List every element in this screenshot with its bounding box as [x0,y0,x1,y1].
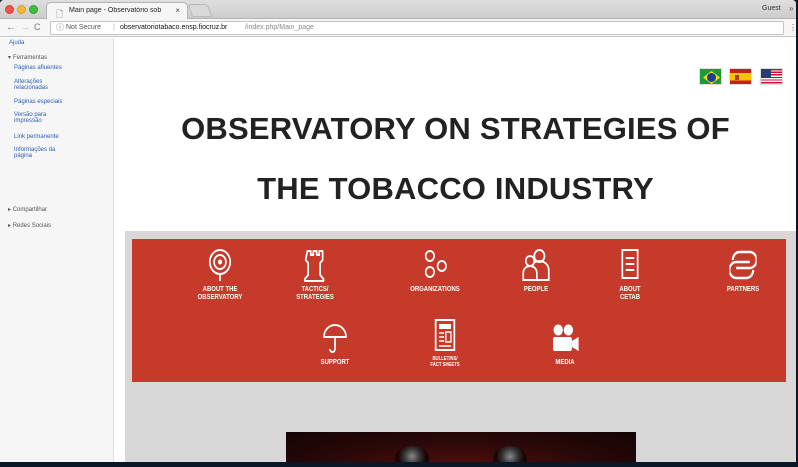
menu-item-label: ABOUT CETAB [619,286,641,301]
sidebar-section-social[interactable]: ▸ Redes Sociais [8,222,51,229]
menu-item-organizations[interactable]: ORGANIZATIONS [401,248,469,294]
security-label[interactable]: Not Secure [66,22,101,34]
tab-main-page[interactable]: 🗋 Main page - Observatório sob × [46,2,188,19]
address-bar[interactable]: ⓘ Not Secure | observatoriotabaco.ensp.f… [50,21,784,35]
url-path: /index.php/Main_page [245,24,314,31]
menu-item-media[interactable]: MEDIA [540,323,591,367]
sidebar-section-label: Compartilhar [12,207,48,213]
page-title-line-2: THE TOBACCO INDUSTRY [257,171,654,206]
menu-item-tactics-strategies[interactable]: TACTICS/ STRATEGIES [285,248,345,302]
sidebar-section-tools[interactable]: ▾ Ferramentas [8,54,47,61]
target-icon [208,249,232,281]
address-toolbar: ← → C ⓘ Not Secure | observatoriotabaco.… [0,19,796,37]
sidebar-item-printable-version[interactable]: Versão para impressão [14,112,104,125]
sidebar-item-page-information[interactable]: Informações da página [14,147,104,160]
menu-item-label: PARTNERS [726,286,760,293]
close-window-button[interactable] [5,5,14,14]
chevron-right-icon: ▸ [8,207,12,213]
menu-item-people[interactable]: PEOPLE [511,248,562,294]
image-detail [395,446,429,462]
sidebar-item-special-pages[interactable]: Páginas especiais [14,99,104,105]
menu-item-label: SUPPORT [320,359,350,366]
url-host: observatoriotabaco.ensp.fiocruz.br [120,24,228,31]
menu-item-label: ABOUT THE OBSERVATORY [197,286,243,301]
minimize-window-button[interactable] [17,5,26,14]
menu-icon[interactable]: ⋮ [789,23,796,32]
reload-button[interactable]: C [34,22,41,32]
menu-item-partners[interactable]: PARTNERS [713,248,773,294]
network-icon [424,250,447,278]
sidebar-item-what-links-here[interactable]: Páginas afluentes [14,65,104,71]
usa-flag-icon[interactable] [760,68,783,85]
menu-item-label: TACTICS/ STRATEGIES [296,286,334,301]
menu-item-about-cetab[interactable]: ABOUT CETAB [609,248,652,302]
browser-window: 🗋 Main page - Observatório sob × Guest »… [0,0,796,462]
menu-item-bulletins[interactable]: BULLETINS/ FACT SHEETS [411,318,479,368]
document-icon [621,249,639,279]
sidebar-section-label: Redes Sociais [12,223,52,229]
sidebar-item-related-changes[interactable]: Alterações relacionadas [14,79,104,92]
info-icon[interactable]: ⓘ [56,22,64,34]
page-title-line-1: OBSERVATORY ON STRATEGIES OF [181,111,730,146]
tab-title: Main page - Observatório sob [69,7,162,14]
profile-label[interactable]: Guest [762,5,781,12]
menu-item-label: BULLETINS/ FACT SHEETS [430,356,460,368]
chevron-right-icon[interactable]: » [789,4,793,13]
sidebar-section-label: Ferramentas [13,55,48,61]
chevron-right-icon: ▸ [8,223,12,229]
screen-frame: 🗋 Main page - Observatório sob × Guest »… [0,0,798,467]
chevron-down-icon: ▾ [8,55,12,61]
new-tab-button[interactable] [187,4,213,17]
sidebar-item-help[interactable]: Ajuda [9,40,24,46]
sidebar-item-permanent-link[interactable]: Link permanente [14,134,104,140]
umbrella-icon [323,324,347,353]
menu-item-label: PEOPLE [523,286,549,293]
tab-close-icon[interactable]: × [175,6,180,15]
sidebar-section-share[interactable]: ▸ Compartilhar [8,206,47,213]
back-button[interactable]: ← [6,22,16,33]
maximize-window-button[interactable] [29,5,38,14]
video-camera-icon [553,324,579,351]
menu-item-label: ORGANIZATIONS [410,286,460,293]
sidebar: Ajuda ▾ Ferramentas Páginas afluentes Alt… [0,38,114,462]
url-separator: | [113,24,115,31]
menu-item-about-observatory[interactable]: ABOUT THE OBSERVATORY [190,248,250,302]
tab-bar: 🗋 Main page - Observatório sob × Guest » [0,0,796,19]
brazil-flag-icon[interactable] [699,68,722,85]
newspaper-icon [434,319,456,351]
link-icon [729,250,757,280]
main-content: OBSERVATORY ON STRATEGIES OF THE TOBACCO… [115,38,796,462]
image-detail [493,446,527,462]
people-icon [522,249,550,281]
spain-flag-icon[interactable] [729,68,752,85]
featured-image[interactable] [286,432,636,462]
chess-rook-icon [303,250,325,282]
menu-item-support[interactable]: SUPPORT [310,323,361,367]
forward-button[interactable]: → [20,22,30,33]
menu-item-label: MEDIA [555,359,575,366]
